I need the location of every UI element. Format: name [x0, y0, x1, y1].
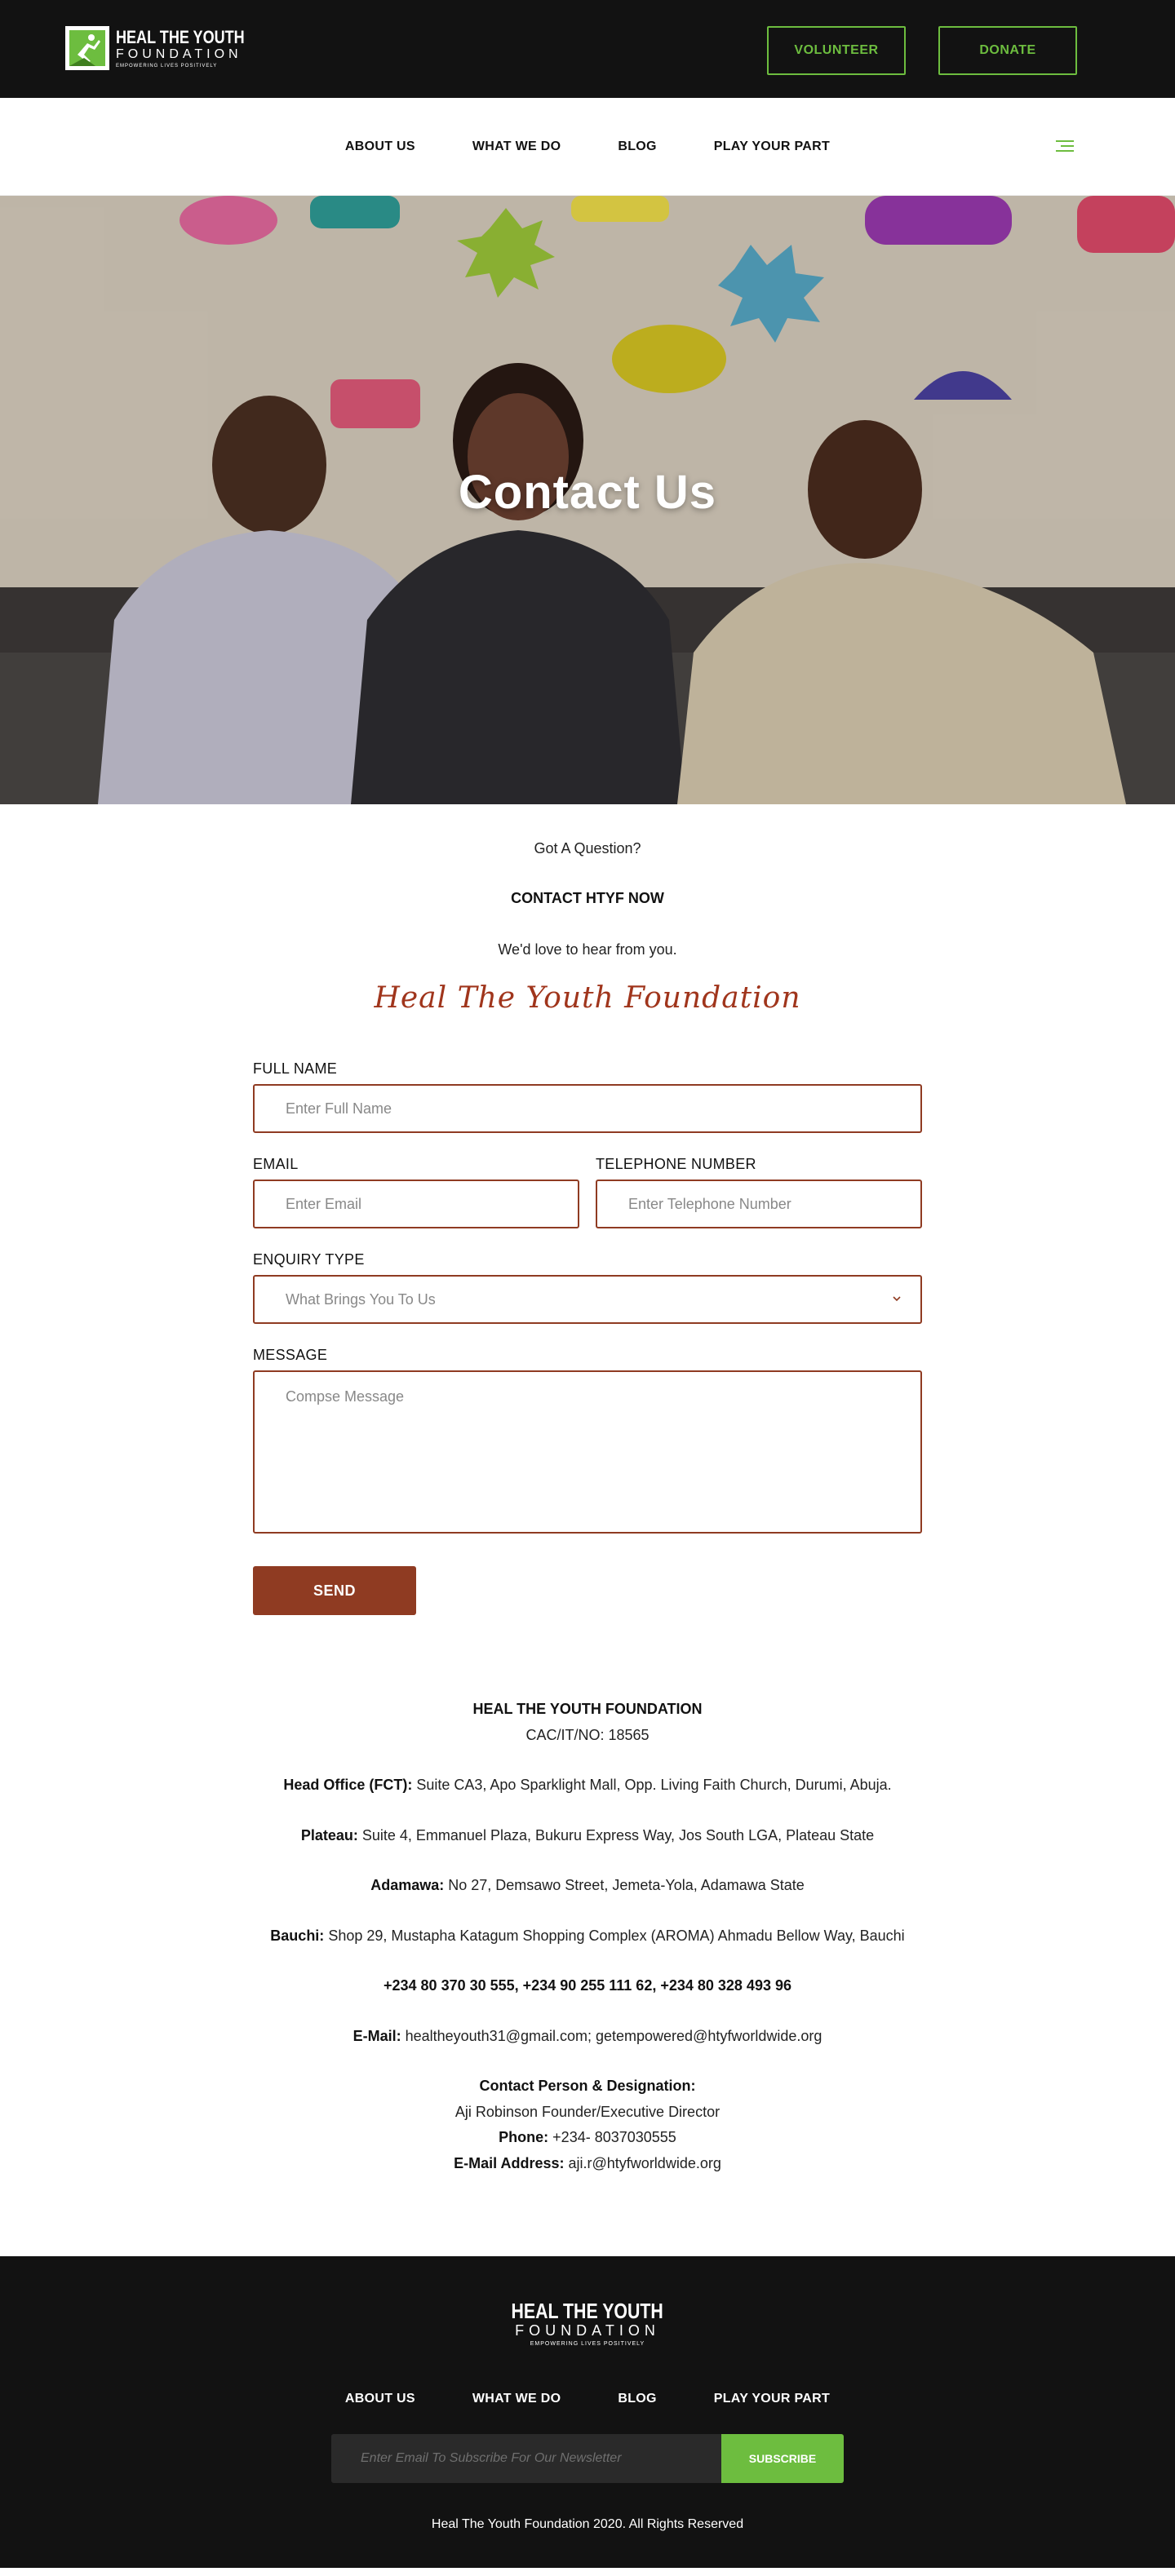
copyright-text: Heal The Youth Foundation 2020. All Righ…	[431, 2517, 744, 2531]
office-label: Bauchi:	[270, 1927, 325, 1944]
phone-label: Phone:	[499, 2129, 549, 2145]
hero-banner: Contact Us	[0, 196, 1175, 804]
office-label: Head Office (FCT):	[283, 1777, 413, 1793]
intro-question: Got A Question?	[534, 840, 641, 856]
org-name: HEAL THE YOUTH FOUNDATION	[472, 1701, 703, 1717]
enquiry-select[interactable]: What Brings You To Us	[253, 1275, 922, 1324]
org-block: HEAL THE YOUTH FOUNDATION CAC/IT/NO: 185…	[0, 1697, 1175, 1748]
office-label: Plateau:	[300, 1826, 358, 1843]
cac-number: CAC/IT/NO: 18565	[525, 1726, 650, 1743]
signature-text: Heal The Youth Foundation	[374, 981, 801, 1015]
contact-form: FULL NAME Enter Full Name EMAIL Enter Em…	[253, 1060, 922, 1615]
nav-item-what-we-do[interactable]: WHAT WE DO	[472, 139, 561, 154]
intro-subtitle: We'd love to hear from you.	[498, 941, 677, 958]
top-bar: HEAL THE YOUTH FOUNDATION EMPOWERING LIV…	[0, 0, 1175, 98]
footer-nav-what-we-do[interactable]: WHAT WE DO	[472, 2392, 561, 2406]
email-line: E-Mail: healtheyouth31@gmail.com; getemp…	[0, 2024, 1175, 2050]
office-address: No 27, Demsawo Street, Jemeta-Yola, Adam…	[444, 1877, 805, 1893]
enquiry-selected-value: What Brings You To Us	[286, 1290, 436, 1308]
office-head: Head Office (FCT): Suite CA3, Apo Sparkl…	[0, 1773, 1175, 1799]
full-name-input[interactable]: Enter Full Name	[253, 1084, 922, 1133]
telephone-input[interactable]: Enter Telephone Number	[596, 1180, 922, 1228]
full-name-group: FULL NAME Enter Full Name	[253, 1060, 922, 1133]
contact-person: Aji Robinson Founder/Executive Director	[454, 2103, 721, 2120]
email-address-label: E-Mail Address:	[454, 2154, 565, 2171]
donate-button[interactable]: DONATE	[938, 26, 1077, 75]
volunteer-button[interactable]: VOLUNTEER	[767, 26, 906, 75]
footer-logo[interactable]: HEAL THE YOUTH FOUNDATION EMPOWERING LIV…	[0, 2300, 1175, 2347]
phone-value: +234- 8037030555	[548, 2129, 676, 2145]
footer-nav-play-your-part[interactable]: PLAY YOUR PART	[714, 2392, 830, 2406]
logo-line2: FOUNDATION	[116, 46, 242, 61]
email-group: EMAIL Enter Email	[253, 1156, 579, 1228]
chevron-down-icon	[893, 1296, 901, 1302]
contact-info: HEAL THE YOUTH FOUNDATION CAC/IT/NO: 185…	[0, 1697, 1175, 2176]
footer-nav-blog[interactable]: BLOG	[618, 2392, 656, 2406]
message-group: MESSAGE Compse Message	[253, 1347, 922, 1534]
footer-logo-tagline: EMPOWERING LIVES POSITIVELY	[530, 2341, 645, 2347]
enquiry-group: ENQUIRY TYPE What Brings You To Us	[253, 1251, 922, 1324]
message-textarea[interactable]: Compse Message	[253, 1370, 922, 1534]
phone-numbers: +234 80 370 30 555, +234 90 255 111 62, …	[0, 1973, 1175, 1999]
email-label: EMAIL	[253, 1156, 299, 1172]
footer-nav-about-us[interactable]: ABOUT US	[345, 2392, 415, 2406]
office-plateau: Plateau: Suite 4, Emmanuel Plaza, Bukuru…	[0, 1823, 1175, 1849]
office-bauchi: Bauchi: Shop 29, Mustapha Katagum Shoppi…	[0, 1923, 1175, 1950]
phone-list: +234 80 370 30 555, +234 90 255 111 62, …	[384, 1977, 791, 1994]
nav-item-play-your-part[interactable]: PLAY YOUR PART	[714, 139, 830, 154]
intro-cta: CONTACT HTYF NOW	[511, 890, 664, 906]
main-nav: ABOUT US WHAT WE DO BLOG PLAY YOUR PART	[0, 98, 1175, 196]
telephone-label: TELEPHONE NUMBER	[596, 1156, 756, 1172]
send-button[interactable]: SEND	[253, 1566, 416, 1615]
logo-mark-icon	[65, 26, 109, 70]
message-label: MESSAGE	[253, 1347, 328, 1363]
nav-item-about-us[interactable]: ABOUT US	[345, 139, 415, 154]
nav-item-blog[interactable]: BLOG	[618, 139, 656, 154]
email-address-value[interactable]: aji.r@htyfworldwide.org	[565, 2155, 721, 2171]
newsletter-form: Enter Email To Subscribe For Our Newslet…	[331, 2434, 844, 2483]
footer-logo-line2: FOUNDATION	[515, 2322, 660, 2339]
hamburger-icon[interactable]	[1056, 140, 1074, 153]
footer-logo-line1: HEAL THE YOUTH	[511, 2299, 664, 2323]
logo-tagline: EMPOWERING LIVES POSITIVELY	[116, 63, 218, 69]
newsletter-email-input[interactable]: Enter Email To Subscribe For Our Newslet…	[331, 2434, 721, 2483]
contact-heading: Contact Person & Designation:	[479, 2078, 696, 2094]
site-logo[interactable]: HEAL THE YOUTH FOUNDATION EMPOWERING LIV…	[65, 26, 273, 70]
intro-section: Got A Question? CONTACT HTYF NOW We'd lo…	[0, 804, 1175, 1015]
footer-nav: ABOUT US WHAT WE DO BLOG PLAY YOUR PART	[0, 2392, 1175, 2406]
page-title: Contact Us	[458, 466, 717, 519]
office-address: Suite CA3, Apo Sparklight Mall, Opp. Liv…	[412, 1777, 892, 1793]
full-name-label: FULL NAME	[253, 1060, 338, 1077]
logo-line1: HEAL THE YOUTH	[116, 26, 245, 47]
office-adamawa: Adamawa: No 27, Demsawo Street, Jemeta-Y…	[0, 1873, 1175, 1899]
enquiry-label: ENQUIRY TYPE	[253, 1251, 365, 1268]
telephone-group: TELEPHONE NUMBER Enter Telephone Number	[596, 1156, 922, 1228]
office-address: Suite 4, Emmanuel Plaza, Bukuru Express …	[357, 1826, 875, 1843]
subscribe-button[interactable]: SUBSCRIBE	[721, 2434, 844, 2483]
email-values[interactable]: healtheyouth31@gmail.com; getempowered@h…	[401, 2028, 822, 2044]
contact-person-block: Contact Person & Designation: Aji Robins…	[0, 2074, 1175, 2176]
site-footer: HEAL THE YOUTH FOUNDATION EMPOWERING LIV…	[0, 2256, 1175, 2568]
office-address: Shop 29, Mustapha Katagum Shopping Compl…	[324, 1927, 905, 1944]
email-input[interactable]: Enter Email	[253, 1180, 579, 1228]
office-label: Adamawa:	[370, 1877, 445, 1893]
email-label: E-Mail:	[352, 2027, 401, 2044]
